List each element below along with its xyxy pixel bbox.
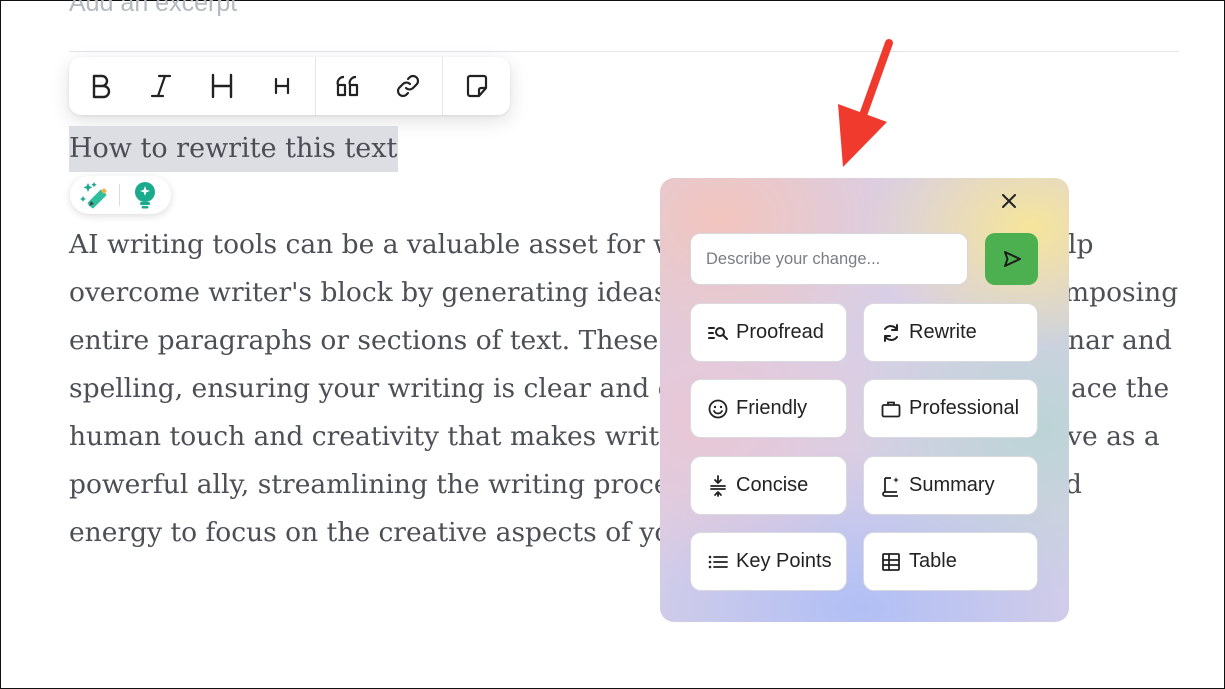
send-button[interactable] — [985, 233, 1038, 285]
professional-button[interactable]: Professional — [863, 379, 1038, 438]
small-heading-icon — [274, 77, 290, 95]
line-text: AI writing tools can be a valuable asset… — [69, 229, 676, 260]
option-label: Friendly — [736, 397, 808, 419]
table-icon — [882, 552, 900, 571]
line-text: powerful ally, streamlining the writing … — [69, 469, 670, 500]
option-label: Proofread — [736, 321, 824, 343]
italic-button[interactable] — [141, 57, 181, 115]
line-text: spelling, ensuring your writing is clear… — [69, 373, 674, 404]
proofread-button[interactable]: Proofread — [690, 303, 847, 362]
bold-icon — [92, 74, 111, 99]
rewrite-icon — [884, 323, 898, 342]
ai-ideas-button[interactable] — [132, 181, 158, 213]
smiley-icon — [708, 399, 728, 418]
line-text: energy to focus on the creative aspects … — [69, 517, 688, 548]
close-button[interactable] — [998, 190, 1020, 212]
ai-edit-panel: Proofread Rewrite Friendly Professional … — [660, 178, 1069, 622]
note-icon — [466, 74, 488, 98]
pill-separator — [119, 184, 120, 206]
option-label: Professional — [909, 397, 1020, 419]
heading-button[interactable] — [202, 57, 242, 115]
toolbar-separator — [315, 57, 316, 115]
lightbulb-icon — [135, 182, 155, 209]
heading-icon — [211, 73, 233, 99]
key-points-button[interactable]: Key Points — [690, 532, 847, 591]
quote-icon — [336, 75, 359, 97]
briefcase-icon — [881, 401, 901, 417]
divider — [69, 51, 1179, 52]
bold-button[interactable] — [81, 57, 121, 115]
send-icon — [1003, 251, 1021, 267]
line-tail: lp — [1068, 229, 1094, 260]
table-button[interactable]: Table — [863, 532, 1038, 591]
line-tail: nar and — [1068, 325, 1172, 356]
summary-icon — [882, 476, 899, 497]
summary-button[interactable]: Summary — [863, 456, 1038, 515]
link-button[interactable] — [388, 57, 428, 115]
line-text: entire paragraphs or sections of text. T… — [69, 325, 678, 356]
concise-button[interactable]: Concise — [690, 456, 847, 515]
excerpt-placeholder[interactable]: Add an excerpt — [69, 0, 237, 18]
option-label: Key Points — [736, 550, 832, 572]
formatting-toolbar — [69, 57, 510, 115]
magic-pencil-icon — [80, 182, 107, 209]
small-heading-button[interactable] — [262, 57, 302, 115]
link-icon — [396, 74, 420, 98]
compress-icon — [710, 474, 726, 497]
option-label: Table — [909, 550, 957, 572]
heading-text: How to rewrite this text — [69, 133, 398, 164]
ai-rewrite-button[interactable] — [80, 180, 112, 214]
selected-heading[interactable]: How to rewrite this text — [69, 126, 399, 172]
note-button[interactable] — [457, 57, 497, 115]
describe-change-input[interactable] — [690, 233, 968, 285]
line-tail: ace the — [1071, 373, 1170, 404]
friendly-button[interactable]: Friendly — [690, 379, 847, 438]
list-icon — [708, 555, 728, 568]
proofread-icon — [708, 326, 728, 340]
close-icon — [1002, 194, 1016, 208]
rewrite-button[interactable]: Rewrite — [863, 303, 1038, 362]
quote-button[interactable] — [328, 57, 368, 115]
option-label: Summary — [909, 474, 995, 496]
italic-icon — [150, 74, 172, 98]
line-text: human touch and creativity that makes wr… — [69, 421, 668, 452]
line-text: overcome writer's block by generating id… — [69, 277, 676, 308]
line-tail: ve as a — [1067, 421, 1160, 452]
ai-assist-pill — [70, 176, 171, 214]
option-label: Concise — [736, 474, 809, 496]
option-label: Rewrite — [909, 321, 977, 343]
toolbar-separator — [442, 57, 443, 115]
line-tail: mposing — [1064, 277, 1179, 308]
